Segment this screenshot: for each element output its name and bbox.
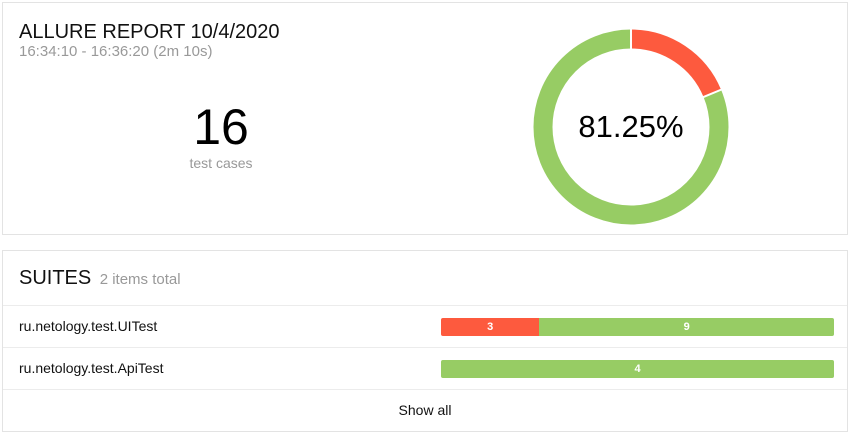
- failed-segment[interactable]: 3: [441, 318, 540, 336]
- suite-row[interactable]: ru.netology.test.ApiTest 4: [3, 347, 847, 389]
- suites-count: 2 items total: [99, 271, 181, 288]
- suites-title: SUITES: [19, 267, 92, 289]
- suite-status-bar[interactable]: 3 9: [441, 318, 834, 336]
- suite-name[interactable]: ru.netology.test.ApiTest: [19, 360, 163, 376]
- suite-name[interactable]: ru.netology.test.UITest: [19, 318, 157, 334]
- test-count: 16: [193, 99, 249, 155]
- show-all-link[interactable]: Show all: [399, 402, 452, 418]
- passed-segment[interactable]: 9: [539, 318, 834, 336]
- suite-status-bar[interactable]: 4: [441, 360, 834, 378]
- suite-row[interactable]: ru.netology.test.UITest 3 9: [3, 305, 847, 347]
- suites-widget: SUITES 2 items total ru.netology.test.UI…: [2, 250, 848, 432]
- show-all-row: Show all: [3, 389, 847, 431]
- report-title: ALLURE REPORT 10/4/2020: [19, 21, 280, 43]
- summary-widget: ALLURE REPORT 10/4/2020 16:34:10 - 16:36…: [2, 2, 848, 235]
- report-time-range: 16:34:10 - 16:36:20 (2m 10s): [19, 43, 213, 60]
- test-count-block: 16 test cases: [143, 99, 299, 171]
- test-count-caption: test cases: [189, 155, 253, 171]
- passed-segment[interactable]: 4: [441, 360, 834, 378]
- success-rate-percentage: 81.25%: [578, 109, 684, 144]
- suites-header: SUITES 2 items total: [19, 267, 181, 290]
